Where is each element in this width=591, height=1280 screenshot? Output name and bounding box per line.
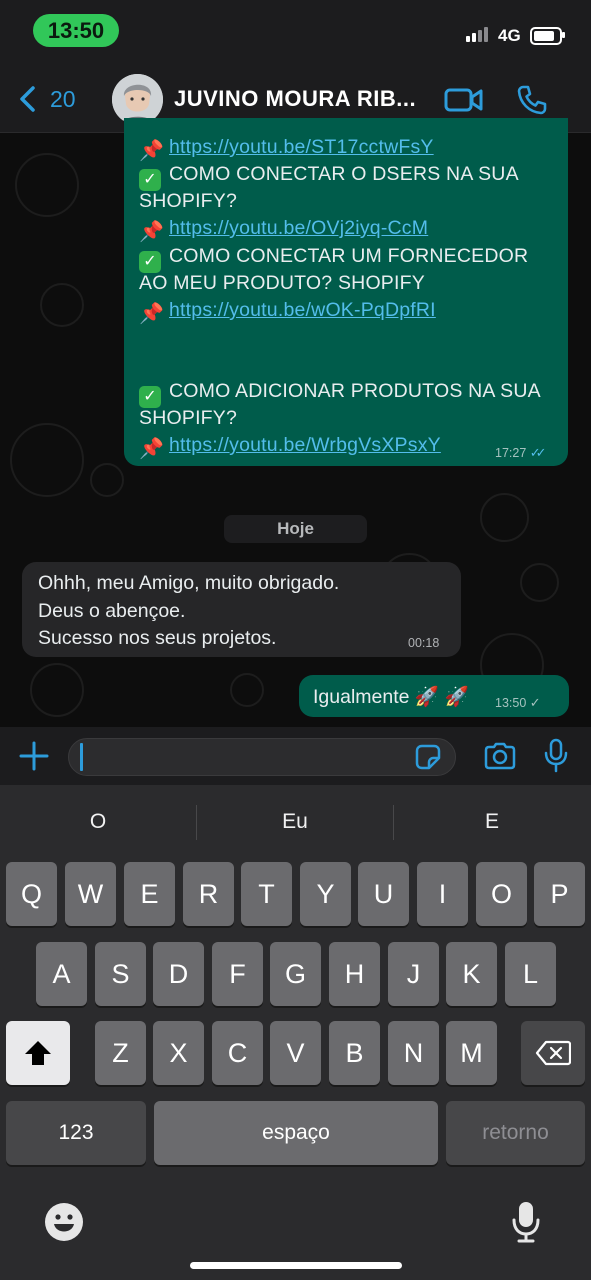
date-separator: Hoje [224, 515, 367, 543]
sticker-icon[interactable] [414, 743, 442, 771]
delete-key[interactable] [521, 1021, 585, 1085]
outgoing-message-bubble[interactable]: 📌 https://youtu.be/ST17cctwFsY ✓ COMO CONE… [124, 118, 568, 466]
key-o[interactable]: O [476, 862, 527, 926]
key-t[interactable]: T [241, 862, 292, 926]
message-text: SHOPIFY? [139, 407, 238, 429]
shift-key[interactable] [6, 1021, 70, 1085]
message-timestamp: 00:18 [408, 636, 440, 650]
pushpin-icon: 📌 [139, 140, 165, 162]
suggestion-item[interactable]: Eu [197, 810, 393, 834]
key-j[interactable]: J [388, 942, 439, 1006]
battery-cap [562, 32, 565, 38]
single-check-icon: ✓ [529, 695, 541, 710]
message-link[interactable]: https://youtu.be/OVj2iyq-CcM [169, 217, 428, 239]
key-c[interactable]: C [212, 1021, 263, 1085]
backspace-icon [535, 1040, 572, 1066]
phone-call-icon[interactable] [516, 84, 548, 116]
message-text: Deus o abençoe. [38, 600, 186, 622]
key-y[interactable]: Y [300, 862, 351, 926]
key-i[interactable]: I [417, 862, 468, 926]
network-label: 4G [498, 26, 521, 45]
double-check-icon: ✓✓ [529, 445, 547, 460]
contact-name[interactable]: JUVINO MOURA RIB... [174, 86, 430, 112]
check-mark-icon: ✓ [139, 386, 161, 408]
message-text: COMO CONECTAR O DSERS NA SUA [169, 163, 519, 185]
key-w[interactable]: W [65, 862, 116, 926]
status-time: 13:50 [33, 14, 119, 47]
key-q[interactable]: Q [6, 862, 57, 926]
key-n[interactable]: N [388, 1021, 439, 1085]
shift-arrow-icon [25, 1041, 51, 1065]
key-h[interactable]: H [329, 942, 380, 1006]
chevron-left-icon[interactable] [18, 86, 38, 112]
message-text: COMO CONECTAR UM FORNECEDOR [169, 245, 529, 267]
key-m[interactable]: M [446, 1021, 497, 1085]
message-input[interactable] [68, 738, 456, 776]
key-p[interactable]: P [534, 862, 585, 926]
message-text: Sucesso nos seus projetos. [38, 627, 277, 649]
check-mark-icon: ✓ [139, 169, 161, 191]
message-text: AO MEU PRODUTO? SHOPIFY [139, 272, 425, 294]
dictation-mic-icon[interactable] [510, 1200, 542, 1244]
message-timestamp: 13:50 ✓ [495, 695, 541, 710]
plus-icon[interactable] [18, 740, 50, 772]
pushpin-icon: 📌 [139, 438, 165, 460]
video-call-icon[interactable] [444, 86, 484, 114]
key-b[interactable]: B [329, 1021, 380, 1085]
key-u[interactable]: U [358, 862, 409, 926]
emoji-icon[interactable] [44, 1202, 84, 1242]
key-x[interactable]: X [153, 1021, 204, 1085]
numbers-key[interactable]: 123 [6, 1101, 146, 1165]
incoming-message-bubble[interactable]: Ohhh, meu Amigo, muito obrigado. Deus o … [22, 562, 461, 657]
check-mark-icon: ✓ [139, 251, 161, 273]
message-text: COMO ADICIONAR PRODUTOS NA SUA [169, 380, 541, 402]
space-key[interactable]: espaço [154, 1101, 438, 1165]
key-g[interactable]: G [270, 942, 321, 1006]
key-s[interactable]: S [95, 942, 146, 1006]
message-link[interactable]: https://youtu.be/WrbgVsXPsxY [169, 434, 441, 456]
text-cursor [80, 743, 83, 771]
message-text: Ohhh, meu Amigo, muito obrigado. [38, 572, 340, 594]
message-text: Igualmente 🚀 🚀 [313, 686, 469, 708]
key-z[interactable]: Z [95, 1021, 146, 1085]
battery-icon [530, 27, 562, 45]
key-l[interactable]: L [505, 942, 556, 1006]
key-k[interactable]: K [446, 942, 497, 1006]
pushpin-icon: 📌 [139, 303, 165, 325]
suggestion-item[interactable]: E [394, 810, 590, 834]
microphone-icon[interactable] [543, 738, 569, 774]
outgoing-message-bubble[interactable]: Igualmente 🚀 🚀 13:50 ✓ [299, 675, 569, 717]
message-timestamp: 17:27 ✓✓ [495, 445, 547, 460]
camera-icon[interactable] [483, 741, 517, 771]
signal-icon [466, 26, 492, 42]
key-r[interactable]: R [183, 862, 234, 926]
message-text: SHOPIFY? [139, 190, 238, 212]
home-indicator [190, 1262, 402, 1269]
message-link[interactable]: https://youtu.be/wOK-PqDpfRI [169, 299, 436, 321]
key-f[interactable]: F [212, 942, 263, 1006]
back-unread-count[interactable]: 20 [50, 86, 76, 113]
suggestion-item[interactable]: O [0, 810, 196, 834]
key-a[interactable]: A [36, 942, 87, 1006]
pushpin-icon: 📌 [139, 221, 165, 243]
key-v[interactable]: V [270, 1021, 321, 1085]
key-d[interactable]: D [153, 942, 204, 1006]
key-e[interactable]: E [124, 862, 175, 926]
message-link[interactable]: https://youtu.be/ST17cctwFsY [169, 136, 434, 158]
return-key[interactable]: retorno [446, 1101, 585, 1165]
